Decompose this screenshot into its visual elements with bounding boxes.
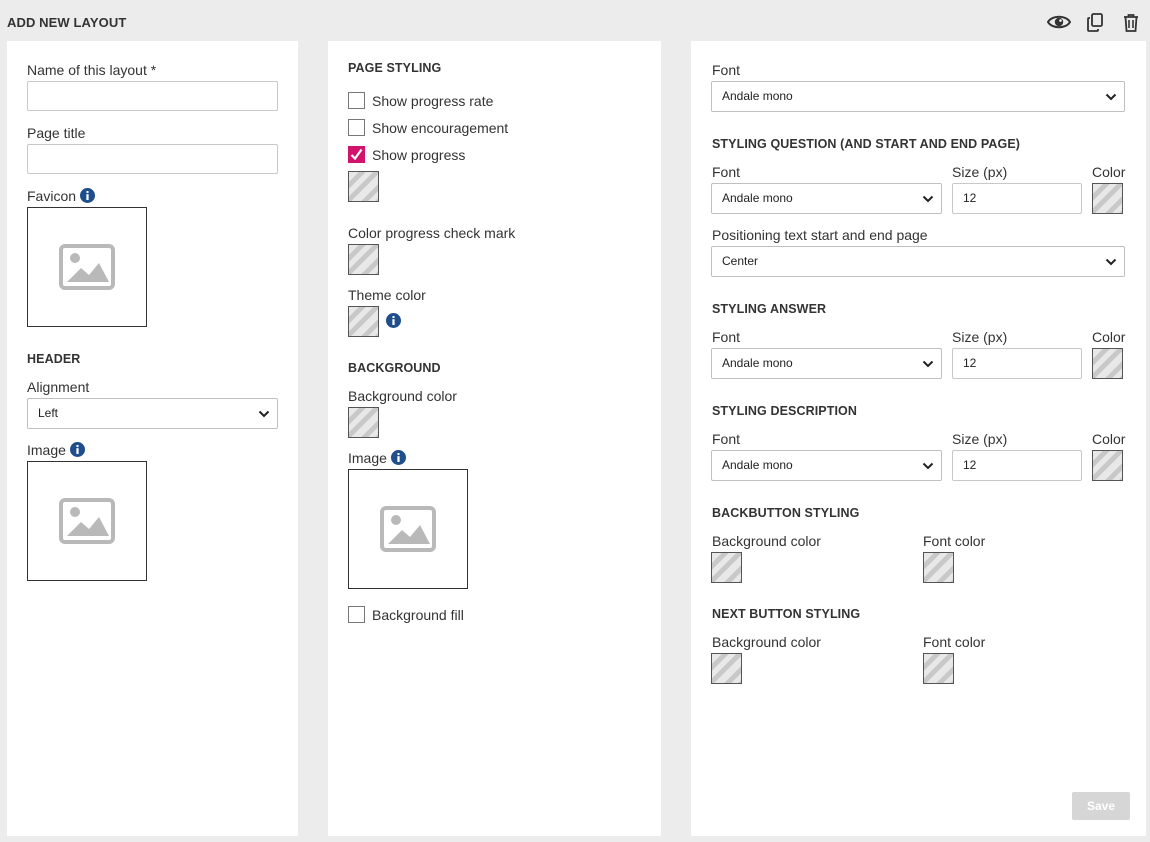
layout-name-input[interactable] (27, 81, 278, 111)
question-size-label: Size (px) (952, 164, 1008, 180)
question-color-swatch[interactable] (1092, 183, 1123, 214)
general-panel: Name of this layout * Page title Favicon… (7, 41, 298, 836)
question-font-label: Font (712, 164, 741, 180)
description-color-swatch[interactable] (1092, 450, 1123, 481)
answer-section-title: STYLING ANSWER (712, 302, 827, 316)
description-font-value: Andale mono (722, 458, 793, 472)
image-placeholder-icon (59, 498, 115, 544)
check-mark-color-swatch[interactable] (348, 244, 379, 275)
answer-font-label: Font (712, 329, 741, 345)
trash-icon[interactable] (1119, 10, 1143, 34)
info-icon[interactable] (69, 442, 85, 457)
font-value: Andale mono (722, 89, 793, 103)
backbutton-font-label: Font color (923, 533, 986, 549)
answer-size-input[interactable]: 12 (952, 348, 1082, 379)
save-button[interactable]: Save (1072, 792, 1130, 820)
info-icon[interactable] (80, 188, 96, 203)
chevron-down-icon (1105, 258, 1117, 266)
page-styling-section-title: PAGE STYLING (348, 61, 442, 75)
nextbutton-font-label: Font color (923, 634, 986, 650)
progress-color-swatch[interactable] (348, 171, 379, 202)
background-fill-label: Background fill (372, 607, 464, 623)
answer-font-select[interactable]: Andale mono (711, 348, 942, 379)
question-font-select[interactable]: Andale mono (711, 183, 942, 214)
background-fill-checkbox[interactable] (348, 606, 365, 623)
favicon-label-row: Favicon (27, 188, 96, 204)
nextbutton-section-title: NEXT BUTTON STYLING (712, 607, 861, 621)
description-font-label: Font (712, 431, 741, 447)
chevron-down-icon (922, 195, 934, 203)
chevron-down-icon (1105, 93, 1117, 101)
backbutton-bg-swatch[interactable] (711, 552, 742, 583)
answer-size-label: Size (px) (952, 329, 1008, 345)
header-section-title: HEADER (27, 352, 81, 366)
question-section-title: STYLING QUESTION (AND START AND END PAGE… (712, 137, 1021, 151)
page-title: ADD NEW LAYOUT (7, 15, 127, 30)
font-select[interactable]: Andale mono (711, 81, 1125, 112)
image-placeholder-icon (59, 244, 115, 290)
background-image-upload[interactable] (348, 469, 468, 589)
backbutton-section-title: BACKBUTTON STYLING (712, 506, 860, 520)
eye-icon[interactable] (1047, 10, 1071, 34)
show-encouragement-checkbox[interactable] (348, 119, 365, 136)
answer-color-label: Color (1092, 329, 1126, 345)
favicon-upload[interactable] (27, 207, 147, 327)
alignment-label: Alignment (27, 379, 90, 395)
page-title-input[interactable] (27, 144, 278, 174)
theme-color-swatch[interactable] (348, 306, 379, 337)
description-size-label: Size (px) (952, 431, 1008, 447)
image-placeholder-icon (380, 506, 436, 552)
font-label: Font (712, 62, 741, 78)
alignment-select[interactable]: Left (27, 398, 278, 429)
show-progress-checkbox[interactable] (348, 146, 365, 163)
background-color-label: Background color (348, 388, 457, 404)
background-image-label: Image (348, 450, 387, 466)
question-font-value: Andale mono (722, 191, 793, 205)
nextbutton-bg-label: Background color (712, 634, 821, 650)
description-color-label: Color (1092, 431, 1126, 447)
chevron-down-icon (922, 360, 934, 368)
show-encouragement-label: Show encouragement (372, 120, 509, 136)
info-icon[interactable] (390, 450, 406, 465)
nextbutton-font-swatch[interactable] (923, 653, 954, 684)
header-image-label: Image (27, 442, 66, 458)
show-progress-rate-checkbox[interactable] (348, 92, 365, 109)
check-icon (350, 148, 363, 161)
copy-icon[interactable] (1083, 10, 1107, 34)
question-size-input[interactable]: 12 (952, 183, 1082, 214)
positioning-value: Center (722, 254, 759, 268)
chevron-down-icon (922, 462, 934, 470)
info-icon[interactable] (386, 313, 401, 328)
theme-color-label: Theme color (348, 287, 426, 303)
description-size-input[interactable]: 12 (952, 450, 1082, 481)
positioning-select[interactable]: Center (711, 246, 1125, 277)
bg-image-label-row: Image (348, 450, 406, 466)
alignment-value: Left (38, 406, 59, 420)
backbutton-font-swatch[interactable] (923, 552, 954, 583)
page-styling-panel: PAGE STYLING Show progress rate Show enc… (328, 41, 661, 836)
favicon-label: Favicon (27, 188, 77, 204)
positioning-label: Positioning text start and end page (712, 227, 928, 243)
answer-font-value: Andale mono (722, 356, 793, 370)
question-color-label: Color (1092, 164, 1126, 180)
toolbar (1047, 10, 1143, 34)
background-color-swatch[interactable] (348, 407, 379, 438)
description-section-title: STYLING DESCRIPTION (712, 404, 857, 418)
header-image-upload[interactable] (27, 461, 147, 581)
answer-color-swatch[interactable] (1092, 348, 1123, 379)
background-section-title: BACKGROUND (348, 361, 441, 375)
backbutton-bg-label: Background color (712, 533, 821, 549)
typography-panel: Font Andale mono STYLING QUESTION (AND S… (691, 41, 1146, 836)
chevron-down-icon (258, 410, 270, 418)
name-label: Name of this layout * (27, 62, 157, 78)
show-progress-label: Show progress (372, 147, 466, 163)
image-label-row: Image (27, 442, 85, 458)
nextbutton-bg-swatch[interactable] (711, 653, 742, 684)
description-font-select[interactable]: Andale mono (711, 450, 942, 481)
page-title-label: Page title (27, 125, 86, 141)
color-check-label: Color progress check mark (348, 225, 516, 241)
show-progress-rate-label: Show progress rate (372, 93, 494, 109)
